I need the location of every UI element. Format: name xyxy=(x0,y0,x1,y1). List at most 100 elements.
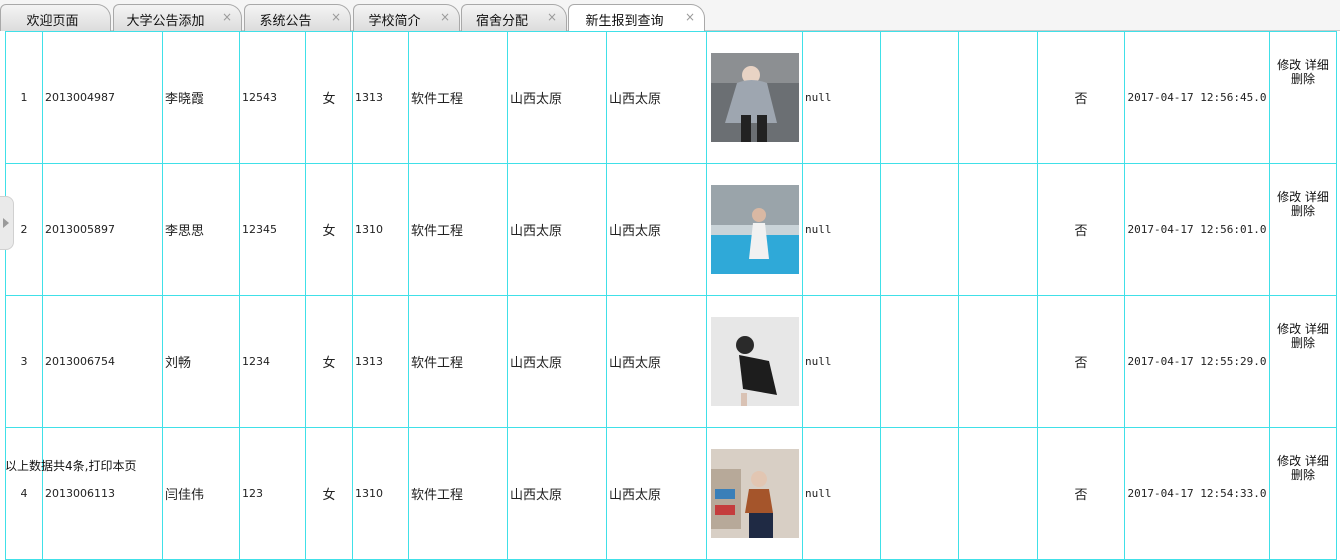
student-id-cell: 2013006113 xyxy=(42,427,163,560)
delete-link[interactable]: 删除 xyxy=(1291,336,1315,350)
photo-cell xyxy=(706,295,803,428)
class-cell: 1310 xyxy=(352,427,409,560)
close-icon[interactable]: × xyxy=(546,11,558,23)
status-cell: 否 xyxy=(1037,163,1125,296)
tab-label: 宿舍分配 xyxy=(475,14,528,29)
close-icon[interactable]: × xyxy=(330,11,342,23)
photo-cell xyxy=(706,163,803,296)
remark-cell: null xyxy=(802,163,881,296)
tab-announcement-add[interactable]: 大学公告添加 × xyxy=(113,4,242,31)
empty-cell xyxy=(958,427,1038,560)
edit-link[interactable]: 修改 xyxy=(1277,322,1301,336)
detail-link[interactable]: 详细 xyxy=(1305,322,1329,336)
number-cell: 1234 xyxy=(239,295,306,428)
close-icon[interactable]: × xyxy=(684,11,696,23)
status-cell: 否 xyxy=(1037,295,1125,428)
tab-label: 大学公告添加 xyxy=(126,14,205,29)
detail-link[interactable]: 详细 xyxy=(1305,58,1329,72)
origin-cell: 山西太原 xyxy=(507,295,607,428)
tab-label: 新生报到查询 xyxy=(585,14,664,29)
origin-cell: 山西太原 xyxy=(507,31,607,164)
chevron-right-icon xyxy=(3,218,9,228)
major-cell: 软件工程 xyxy=(408,427,508,560)
table-row: 2 2013005897 李思思 12345 女 1310 软件工程 山西太原 山西太原 null… xyxy=(5,163,1337,296)
table-row: 1 2013004987 李晓霞 12543 女 1313 软件工程 山西太原 山西太原 null… xyxy=(5,31,1337,164)
photo-cell xyxy=(706,31,803,164)
detail-link[interactable]: 详细 xyxy=(1305,190,1329,204)
class-cell: 1313 xyxy=(352,31,409,164)
student-photo-2 xyxy=(708,185,802,274)
student-photo-3 xyxy=(708,317,802,406)
number-cell: 12345 xyxy=(239,163,306,296)
row-index: 1 xyxy=(5,31,43,164)
empty-cell xyxy=(958,295,1038,428)
number-cell: 123 xyxy=(239,427,306,560)
tab-enrollment-query[interactable]: 新生报到查询 × xyxy=(568,4,705,32)
delete-link[interactable]: 删除 xyxy=(1291,204,1315,218)
student-id-cell: 2013004987 xyxy=(42,31,163,164)
address-cell: 山西太原 xyxy=(606,295,707,428)
actions-cell: 修改 详细 删除 xyxy=(1269,427,1337,560)
student-photo-1 xyxy=(708,53,802,142)
tab-school-intro[interactable]: 学校简介 × xyxy=(353,4,460,31)
empty-cell xyxy=(958,31,1038,164)
tab-label: 系统公告 xyxy=(259,14,312,29)
empty-cell xyxy=(880,427,959,560)
tab-label: 学校简介 xyxy=(368,14,421,29)
timestamp-cell: 2017-04-17 12:56:01.0 xyxy=(1124,163,1270,296)
origin-cell: 山西太原 xyxy=(507,427,607,560)
gender-cell: 女 xyxy=(305,163,353,296)
row-index: 3 xyxy=(5,295,43,428)
tab-system-announcement[interactable]: 系统公告 × xyxy=(244,4,351,31)
close-icon[interactable]: × xyxy=(221,11,233,23)
actions-cell: 修改 详细 删除 xyxy=(1269,295,1337,428)
address-cell: 山西太原 xyxy=(606,31,707,164)
actions-cell: 修改 详细 删除 xyxy=(1269,163,1337,296)
empty-cell xyxy=(958,163,1038,296)
record-count-text: 以上数据共4条, xyxy=(5,459,89,473)
address-cell: 山西太原 xyxy=(606,427,707,560)
address-cell: 山西太原 xyxy=(606,163,707,296)
edit-link[interactable]: 修改 xyxy=(1277,58,1301,72)
tab-label: 欢迎页面 xyxy=(26,14,79,29)
tab-bar: 欢迎页面 大学公告添加 × 系统公告 × 学校简介 × 宿舍分配 × 新生报到查… xyxy=(0,0,1340,32)
delete-link[interactable]: 删除 xyxy=(1291,468,1315,482)
tab-welcome[interactable]: 欢迎页面 xyxy=(0,4,111,31)
delete-link[interactable]: 删除 xyxy=(1291,72,1315,86)
class-cell: 1310 xyxy=(352,163,409,296)
close-icon[interactable]: × xyxy=(439,11,451,23)
sidebar-toggle[interactable] xyxy=(0,196,14,250)
photo-cell xyxy=(706,427,803,560)
name-cell: 李晓霞 xyxy=(162,31,240,164)
footer-summary: 以上数据共4条,打印本页 xyxy=(5,457,136,474)
table-row: 4 2013006113 闫佳伟 123 女 1310 软件工程 山西太原 山西太原 null 否 2… xyxy=(5,427,1337,560)
name-cell: 李思思 xyxy=(162,163,240,296)
major-cell: 软件工程 xyxy=(408,31,508,164)
gender-cell: 女 xyxy=(305,295,353,428)
student-photo-4 xyxy=(708,449,802,538)
name-cell: 闫佳伟 xyxy=(162,427,240,560)
class-cell: 1313 xyxy=(352,295,409,428)
table-row: 3 2013006754 刘畅 1234 女 1313 软件工程 山西太原 山西太原 null 否 2… xyxy=(5,295,1337,428)
remark-cell: null xyxy=(802,295,881,428)
gender-cell: 女 xyxy=(305,31,353,164)
status-cell: 否 xyxy=(1037,427,1125,560)
major-cell: 软件工程 xyxy=(408,163,508,296)
student-table: 1 2013004987 李晓霞 12543 女 1313 软件工程 山西太原 山西太原 null… xyxy=(5,31,1337,560)
detail-link[interactable]: 详细 xyxy=(1305,454,1329,468)
empty-cell xyxy=(880,163,959,296)
status-cell: 否 xyxy=(1037,31,1125,164)
timestamp-cell: 2017-04-17 12:54:33.0 xyxy=(1124,427,1270,560)
name-cell: 刘畅 xyxy=(162,295,240,428)
timestamp-cell: 2017-04-17 12:55:29.0 xyxy=(1124,295,1270,428)
empty-cell xyxy=(880,295,959,428)
remark-cell: null xyxy=(802,427,881,560)
print-page-link[interactable]: 打印本页 xyxy=(88,459,136,473)
edit-link[interactable]: 修改 xyxy=(1277,190,1301,204)
origin-cell: 山西太原 xyxy=(507,163,607,296)
tab-dorm-assignment[interactable]: 宿舍分配 × xyxy=(461,4,567,31)
student-id-cell: 2013005897 xyxy=(42,163,163,296)
gender-cell: 女 xyxy=(305,427,353,560)
student-id-cell: 2013006754 xyxy=(42,295,163,428)
edit-link[interactable]: 修改 xyxy=(1277,454,1301,468)
